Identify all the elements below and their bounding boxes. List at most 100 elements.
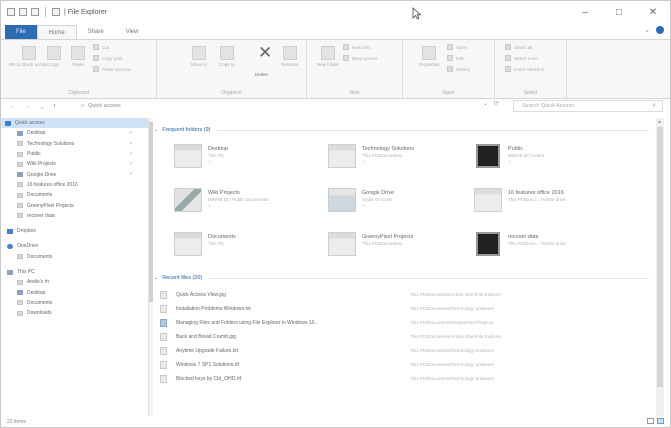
nav-item-documents[interactable]: Documents (1, 298, 148, 308)
frequent-folder-tile[interactable]: Documents This PC (160, 228, 315, 262)
frequent-folder-tile[interactable]: Public MINHE (E:) Users ✓ (460, 140, 615, 174)
close-button[interactable]: ✕ (636, 1, 670, 23)
frequent-folder-tile[interactable]: 16 features office 2016 This PC\Docu... \… (460, 184, 615, 218)
copy-to-button[interactable]: Copy to (219, 46, 235, 67)
ribbon-collapse-icon[interactable]: ⌄ (644, 26, 650, 34)
paste-shortcut-label: Paste shortcut (102, 66, 131, 72)
frequent-folder-tile[interactable]: Wiki Projects MINHE (E:) Public Documents… (160, 184, 315, 218)
scroll-up-icon[interactable]: ▲ (657, 119, 662, 125)
content-scrollbar[interactable]: ▲ (656, 118, 664, 416)
navigation-pane-scrollbar[interactable] (149, 118, 153, 416)
content-scroll-thumb[interactable] (657, 127, 663, 387)
paste-shortcut-button[interactable]: Paste shortcut (93, 66, 131, 72)
recent-file-row[interactable]: Managing Files and Folders using File Ex… (160, 317, 647, 328)
frequent-folders-header[interactable]: ⌄ Frequent folders (9) (154, 124, 649, 136)
copy-to-icon (219, 46, 234, 60)
folder-thumbnail-icon (328, 232, 356, 256)
qat-dropdown-icon[interactable] (52, 8, 60, 16)
undo-qat-icon[interactable] (31, 8, 39, 16)
nav-item-downloads[interactable]: Downloads (1, 308, 148, 318)
folder-icon (17, 213, 23, 219)
tab-file[interactable]: File (5, 25, 37, 39)
nav-item-recover-data[interactable]: recover data (1, 211, 148, 221)
invert-selection-button[interactable]: Invert selection (505, 66, 544, 72)
pin-icon: ✓ (362, 159, 366, 164)
window-title: | File Explorer (64, 8, 108, 16)
recent-file-row[interactable]: Back and Bread Crumb.jpg This PC\Document… (160, 331, 647, 342)
nav-item-wiki-projects[interactable]: Wiki Projects ✓ (1, 159, 148, 169)
recent-files-header[interactable]: ⌄ Recent files (20) (154, 272, 649, 284)
frequent-chevron-icon: ⌄ (154, 127, 159, 133)
back-arrow-icon[interactable]: ← (9, 103, 16, 110)
tab-view[interactable]: View (115, 25, 150, 39)
quick-access-toolbar (1, 7, 60, 17)
up-arrow-icon[interactable]: ↑ (53, 103, 57, 110)
details-view-icon[interactable] (647, 418, 654, 424)
new-folder-button[interactable]: New folder (317, 46, 339, 67)
address-dropdown-icon[interactable]: ⌄ (483, 100, 488, 107)
frequent-folder-tile[interactable]: Desktop This PC ✓ (160, 140, 315, 174)
breadcrumb-quick-access[interactable]: Quick access (88, 103, 121, 109)
new-folder-qat-icon[interactable] (19, 8, 27, 16)
paste-button[interactable]: Paste (71, 46, 85, 67)
large-icons-view-icon[interactable] (657, 418, 664, 424)
forward-arrow-icon[interactable]: → (24, 103, 31, 110)
select-all-button[interactable]: Select all (505, 44, 532, 50)
cut-button[interactable]: Cut (93, 44, 109, 50)
nav-item-label: Wiki Projects (27, 161, 56, 168)
recent-file-row[interactable]: Quick Access View.jpg This PC\Documents\A… (160, 289, 647, 300)
easy-access-button[interactable]: Easy access (343, 55, 377, 61)
pin-icon: ✓ (508, 159, 512, 164)
navigation-pane-scroll-thumb[interactable] (149, 122, 153, 302)
recent-file-row[interactable]: Installation Problems Windows.txt This PC… (160, 303, 647, 314)
help-icon[interactable] (656, 26, 664, 34)
nav-item-16-features-office-2016[interactable]: 16 features office 2016 (1, 180, 148, 190)
maximize-button[interactable]: □ (602, 1, 636, 23)
edit-button[interactable]: Edit (447, 55, 464, 61)
open-label: Open (456, 44, 468, 50)
nav-item-public[interactable]: Public ✓ (1, 149, 148, 159)
copy-button[interactable]: Copy (47, 46, 61, 67)
select-none-button[interactable]: Select none (505, 55, 538, 61)
select-group-label: Select (523, 90, 538, 96)
properties-button[interactable]: Properties (419, 46, 440, 67)
rename-button[interactable]: Rename (281, 46, 298, 67)
tab-share[interactable]: Share (77, 25, 115, 39)
properties-qat-icon[interactable] (7, 8, 15, 16)
search-input[interactable]: Search Quick Access ⌕ (513, 100, 663, 112)
delete-x-icon[interactable]: ✕ (258, 43, 272, 63)
nav-item-label: Quick access (15, 120, 45, 127)
nav-item-documents[interactable]: Documents (1, 252, 148, 262)
address-box[interactable]: » Quick access (81, 100, 493, 112)
new-item-button[interactable]: New item (343, 44, 371, 50)
recent-file-row[interactable]: Anytime Upgrade Failure.txt This PC\Docum… (160, 345, 647, 356)
nav-item-documents[interactable]: Documents (1, 190, 148, 200)
minimize-button[interactable]: – (568, 1, 602, 23)
frequent-folder-tile[interactable]: recover data This PC\Docu... \Article dri… (460, 228, 615, 262)
nav-item-this-pc[interactable]: This PC (1, 267, 148, 277)
nav-item-andie-s-rh[interactable]: Andie's rh (1, 277, 148, 287)
pin-quick-access-button[interactable]: Pin to Quick access (9, 46, 49, 67)
copy-path-button[interactable]: Copy path (93, 55, 123, 61)
history-button[interactable]: History (447, 66, 470, 72)
open-button[interactable]: Open (447, 44, 467, 50)
refresh-icon[interactable]: ⟳ (494, 100, 499, 107)
nav-item-quick-access[interactable]: Quick access (1, 118, 148, 129)
nav-item-desktop[interactable]: Desktop ✓ (1, 128, 148, 138)
nav-item-greenypixel-projects[interactable]: GreenyPixel Projects (1, 200, 148, 210)
tab-home[interactable]: Home (36, 25, 77, 39)
recent-file-row[interactable]: Windows 7 SP1 Solutions.rtf This PC\Docum… (160, 359, 647, 370)
nav-item-dropbox[interactable]: Dropbox (1, 226, 148, 236)
frequent-folder-tile[interactable]: Google Drive Andie On Core ✓ (314, 184, 469, 218)
nav-item-desktop[interactable]: Desktop (1, 287, 148, 297)
search-icon[interactable]: ⌕ (652, 101, 656, 111)
move-to-button[interactable]: Move to (191, 46, 207, 67)
frequent-folder-tile[interactable]: GreenyPixel Projects This PC\Documents (314, 228, 469, 262)
recent-locations-icon[interactable]: ⌄ (39, 103, 45, 111)
frequent-folder-tile[interactable]: Technology Solutions This PC\Documents ✓ (314, 140, 469, 174)
delete-button[interactable]: Delete (255, 70, 268, 77)
recent-file-row[interactable]: Blocked keys by Ctrl_OHD.rtf This PC\Docu… (160, 373, 647, 384)
nav-item-onedrive[interactable]: OneDrive (1, 241, 148, 251)
nav-item-google-drive[interactable]: Google Drive ✓ (1, 169, 148, 179)
nav-item-technology-solutions[interactable]: Technology Solutions ✓ (1, 139, 148, 149)
